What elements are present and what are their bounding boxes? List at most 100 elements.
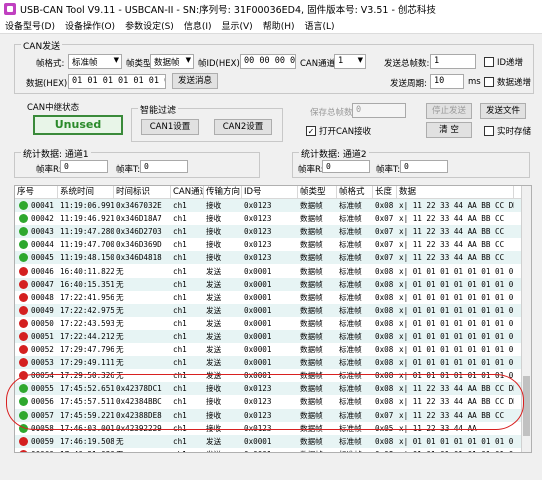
data-incr-checkbox[interactable]: 数据递增: [484, 76, 531, 88]
cell-type: 数据帧: [300, 279, 323, 289]
table-row[interactable]: 00045 11:19:48.150 0x346D4818 ch1 接收 0x0123 数据…: [15, 251, 531, 265]
table-row[interactable]: 00043 11:19:47.280 0x346D2703 ch1 接收 0x0123 数据…: [15, 225, 531, 239]
menu-language[interactable]: 语言(L): [299, 19, 339, 32]
col-length[interactable]: 长度: [373, 186, 397, 198]
menu-parameter-settings[interactable]: 参数设定(S): [120, 19, 179, 32]
cell-fmt: 标准帧: [339, 240, 362, 250]
table-row[interactable]: 00041 11:19:06.991 0x3467032E ch1 接收 0x0123 数据…: [15, 199, 531, 213]
cell-fmt: 标准帧: [339, 201, 362, 211]
cell-time: 17:22:42.975: [60, 305, 114, 315]
send-period-input[interactable]: 10: [430, 74, 464, 89]
cell-len: 0x08: [375, 266, 394, 276]
id-incr-checkbox[interactable]: ID递增: [484, 56, 523, 68]
send-file-button[interactable]: 发送文件: [480, 103, 526, 119]
menu-device-model[interactable]: 设备型号(D): [0, 19, 60, 32]
stop-send-button[interactable]: 停止发送: [426, 103, 472, 119]
col-timestamp[interactable]: 时间标识: [114, 186, 171, 198]
ch2-rx-label: 帧率R:: [298, 165, 324, 175]
table-row[interactable]: 00047 16:40:15.351 无 ch1 发送 0x0001 数据帧 标准帧 0x08 x…: [15, 277, 531, 291]
cell-stamp: 0x3467032E: [116, 201, 162, 211]
realtime-save-checkbox[interactable]: 实时存储: [484, 125, 531, 137]
cell-dir: 接收: [206, 214, 222, 224]
cell-len: 0x08: [373, 450, 397, 452]
table-row[interactable]: 00059 17:46:19.508 无 ch1 发送 0x0001 数据帧 标准帧 0x08 x…: [15, 434, 531, 448]
cell-ch: ch1: [173, 214, 187, 224]
cell-data: x| 01 01 01 01 01 01 01 01: [399, 305, 514, 315]
filter-label: 智能过滤: [138, 103, 179, 116]
menu-device-operation[interactable]: 设备操作(O): [60, 19, 120, 32]
menu-bar: 设备型号(D) 设备操作(O) 参数设定(S) 信息(I) 显示(V) 帮助(H…: [0, 18, 542, 34]
cell-stamp: 0x346D18A7: [116, 214, 162, 224]
can2-settings-button[interactable]: CAN2设置: [214, 119, 272, 135]
cell-id: 0x0001: [244, 318, 272, 328]
cell-dir: 接收: [206, 227, 222, 237]
cell-ch: ch1: [171, 450, 204, 452]
col-frame-format[interactable]: 帧格式: [337, 186, 373, 198]
cell-len: 0x07: [375, 253, 394, 263]
cell-type: 数据帧: [300, 345, 323, 355]
send-message-button[interactable]: 发送消息: [172, 73, 218, 89]
col-data[interactable]: 数据: [397, 186, 514, 198]
table-row[interactable]: 00050 17:22:43.593 无 ch1 发送 0x0001 数据帧 标准帧 0x08 x…: [15, 317, 531, 330]
cell-index: 00048: [15, 292, 58, 302]
cell-fmt: 标准帧: [339, 253, 362, 263]
cell-fmt: 标准帧: [339, 345, 362, 355]
status-red-icon: [19, 305, 28, 315]
cell-time: 11:19:46.921: [60, 214, 114, 224]
open-can-recv-checkbox[interactable]: ✓ 打开CAN接收: [306, 125, 371, 137]
col-can-channel[interactable]: CAN通道: [171, 186, 204, 198]
table-row[interactable]: 00042 11:19:46.921 0x346D18A7 ch1 接收 0x0123 数据…: [15, 212, 531, 225]
cell-dir: 发送: [206, 266, 222, 276]
menu-info[interactable]: 信息(I): [179, 19, 217, 32]
frame-type-select[interactable]: 数据帧 ▼: [150, 54, 194, 69]
table-row[interactable]: 00044 11:19:47.700 0x346D369D ch1 接收 0x0123 数据…: [15, 238, 531, 251]
table-row[interactable]: 00048 17:22:41.956 无 ch1 发送 0x0001 数据帧 标准帧 0x08 x…: [15, 291, 531, 304]
cell-stamp: 无: [114, 449, 171, 452]
frame-format-select[interactable]: 标准帧 ▼: [68, 54, 122, 69]
cell-time: 11:19:06.991: [60, 201, 114, 211]
cell-type: 数据帧: [300, 318, 323, 328]
col-index[interactable]: 序号: [15, 186, 58, 198]
table-row[interactable]: 00049 17:22:42.975 无 ch1 发送 0x0001 数据帧 标准帧 0x08 x…: [15, 303, 531, 317]
cell-stamp: 0x346D369D: [116, 240, 162, 250]
cell-data: x| 01 01 01 01 01 01 01 01: [399, 279, 514, 289]
table-row[interactable]: 0006017:46:21.020无ch1发送0x0001数据帧标准帧0x08x…: [15, 448, 531, 452]
send-count-input[interactable]: 1: [430, 54, 476, 69]
frame-id-input[interactable]: 00 00 00 01: [240, 54, 296, 69]
col-direction[interactable]: 传输方向: [204, 186, 242, 198]
data-hex-input[interactable]: 01 01 01 01 01 01 01 01: [68, 74, 166, 89]
stats-ch2-label: 统计数据: 通道2: [299, 147, 369, 160]
can-channel-select[interactable]: 1 ▼: [334, 54, 366, 69]
table-row[interactable]: 00053 17:29:49.111 无 ch1 发送 0x0001 数据帧 标准帧 0x08 x…: [15, 356, 531, 370]
col-system-time[interactable]: 系统时间: [58, 186, 114, 198]
relay-status-indicator: Unused: [33, 115, 123, 135]
cell-dir: 发送: [206, 318, 222, 328]
cell-data: x| 11 22 33 44 AA BB CC: [399, 240, 505, 250]
table-header: 序号 系统时间 时间标识 CAN通道 传输方向 ID号 帧类型 帧格式 长度 数…: [15, 186, 531, 199]
cell-time: 17:29:47.796: [60, 345, 114, 355]
status-green-icon: [19, 214, 28, 224]
col-id[interactable]: ID号: [242, 186, 298, 198]
ch1-rx-value: 0: [60, 160, 108, 173]
status-green-icon: [19, 240, 28, 250]
period-unit-label: ms: [468, 77, 481, 87]
table-row[interactable]: 00051 17:22:44.212 无 ch1 发送 0x0001 数据帧 标准帧 0x08 x…: [15, 329, 531, 344]
menu-help[interactable]: 帮助(H): [258, 19, 300, 32]
cell-ch: ch1: [173, 266, 187, 276]
col-frame-type[interactable]: 帧类型: [298, 186, 337, 198]
cell-dir: 接收: [206, 253, 222, 263]
table-row[interactable]: 00052 17:29:47.796 无 ch1 发送 0x0001 数据帧 标准帧 0x08 x…: [15, 343, 531, 356]
cell-id: 0x0001: [244, 279, 272, 289]
cell-len: 0x08: [375, 436, 394, 446]
cell-ch: ch1: [173, 305, 187, 315]
cell-time: 17:22:41.956: [60, 292, 114, 302]
cell-fmt: 标准帧: [339, 331, 362, 341]
scrollbar-thumb[interactable]: [523, 376, 530, 436]
status-red-icon: [19, 331, 28, 341]
can1-settings-button[interactable]: CAN1设置: [141, 119, 199, 135]
menu-view[interactable]: 显示(V): [217, 19, 258, 32]
clear-button[interactable]: 清 空: [426, 122, 472, 138]
cell-dir: 发送: [206, 436, 222, 446]
cell-index: 00049: [15, 305, 58, 315]
table-row[interactable]: 00046 16:40:11.822 无 ch1 发送 0x0001 数据帧 标准帧 0x08 x…: [15, 264, 531, 277]
